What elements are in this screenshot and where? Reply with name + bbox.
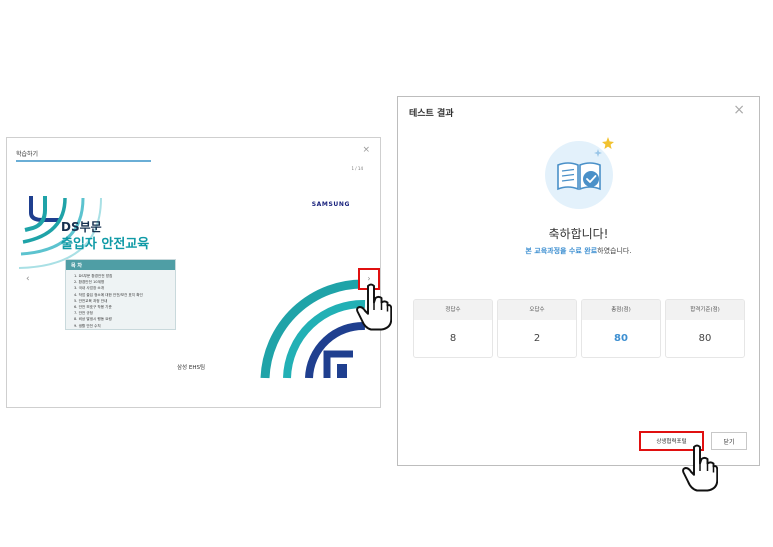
score-value: 2 <box>533 333 541 344</box>
score-card-wrong: 오답수 2 <box>497 299 577 358</box>
illustration-circle <box>545 141 613 209</box>
score-card-correct: 정답수 8 <box>413 299 493 358</box>
star-icon <box>602 137 614 149</box>
score-value: 80 <box>614 333 628 344</box>
learning-progress-bar <box>16 160 151 162</box>
score-summary: 정답수 8 오답수 2 총점(점) 80 합격기준(점) 80 <box>413 299 745 358</box>
table-of-contents: 목 차 1. DS부문 환경안전 방침 2. 환경안전 10계명 3. 국내 사… <box>65 259 176 330</box>
score-card-total: 총점(점) 80 <box>581 299 661 358</box>
score-label: 오답수 <box>498 300 576 320</box>
test-result-dialog: 테스트 결과 × 축하합니다! 본 교육과정을 수료 완료하였습니다. 정답수 … <box>397 96 760 466</box>
slide-title-line2: 출입자 안전교육 <box>61 237 150 252</box>
completion-illustration <box>545 137 614 209</box>
completion-rest: 하였습니다. <box>597 247 632 255</box>
pointer-hand-icon <box>682 444 718 492</box>
close-icon[interactable]: × <box>733 102 745 118</box>
stripe-teal-1 <box>24 196 47 232</box>
learning-window-title: 학습하기 <box>16 151 39 158</box>
completion-highlight: 본 교육과정을 수료 완료 <box>525 247 598 255</box>
score-value: 8 <box>449 333 457 344</box>
close-icon[interactable]: × <box>362 145 370 155</box>
score-value: 80 <box>698 333 712 344</box>
team-label: 삼성 EHS팀 <box>177 365 206 371</box>
score-label: 정답수 <box>414 300 492 320</box>
prev-slide-button[interactable]: ‹ <box>26 274 30 284</box>
page-indicator: 1 / 14 <box>351 166 363 171</box>
dialog-title: 테스트 결과 <box>409 109 454 119</box>
score-card-pass: 합격기준(점) 80 <box>665 299 745 358</box>
congrats-message: 축하합니다! <box>548 227 609 241</box>
learning-window: 학습하기 × 1 / 14 SAMSUNG DS부문 출입자 안전교육 목 차 … <box>6 137 381 408</box>
toc-heading: 목 차 <box>66 260 175 270</box>
checkmark-icon <box>583 171 599 187</box>
score-label: 총점(점) <box>582 300 660 320</box>
toc-item: 9. 생활 안전 수칙 <box>74 323 101 328</box>
score-label: 합격기준(점) <box>666 300 744 320</box>
samsung-logo: SAMSUNG <box>311 201 350 208</box>
corner-block <box>337 364 347 378</box>
completion-message: 본 교육과정을 수료 완료하였습니다. <box>398 246 759 256</box>
pointer-hand-icon <box>356 283 392 331</box>
